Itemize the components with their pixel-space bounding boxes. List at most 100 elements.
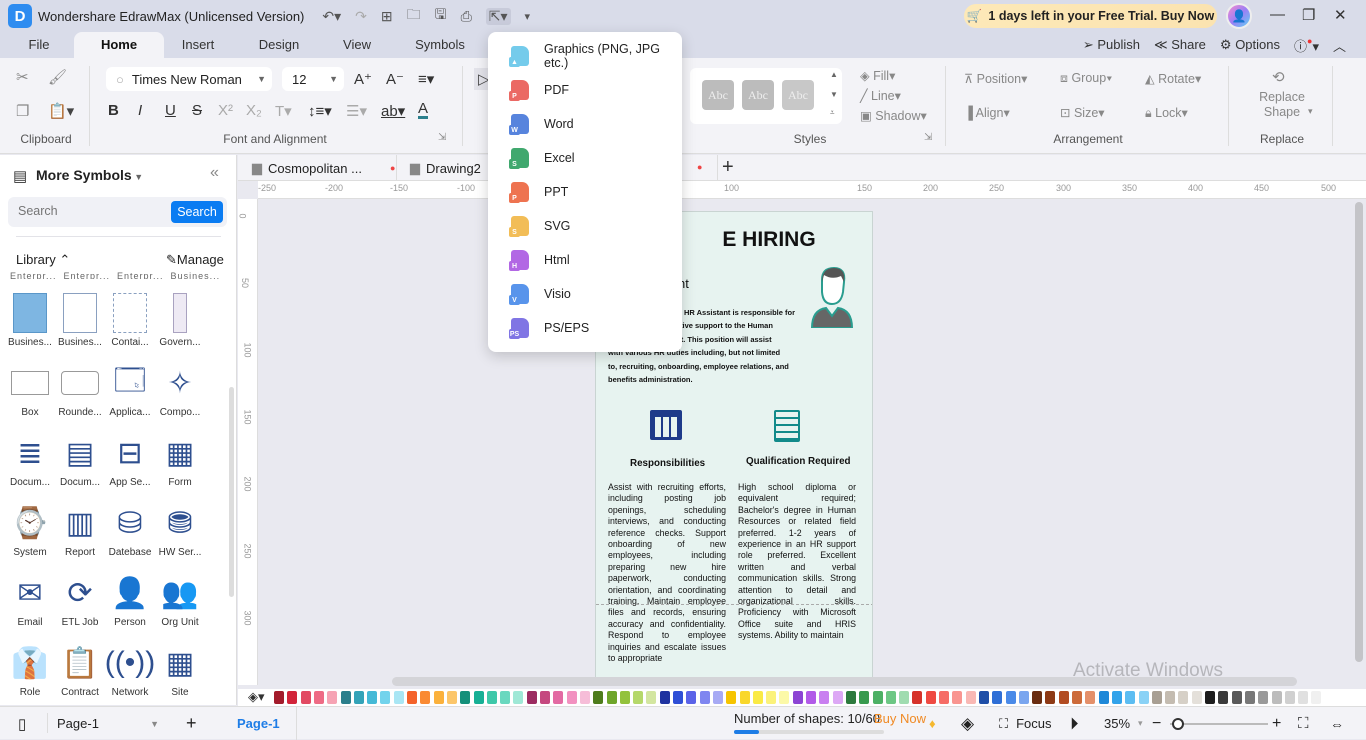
line-spacing-icon[interactable]: ↕≡▾ (308, 102, 332, 120)
color-swatch[interactable] (274, 691, 284, 704)
undo-icon[interactable]: ↶▾ (322, 8, 341, 25)
free-trial-banner[interactable]: 🛒 1 days left in your Free Trial. Buy No… (964, 4, 1217, 28)
color-swatch[interactable] (633, 691, 644, 704)
font-size-select[interactable]: 12 ▼ (282, 67, 344, 91)
zoom-slider[interactable] (1170, 718, 1268, 730)
sidebar-scrollbar[interactable] (229, 387, 234, 597)
symbol-item[interactable]: 🗔 Applica... (105, 361, 155, 419)
tab-file[interactable]: File (14, 32, 64, 58)
color-swatch[interactable] (1178, 691, 1189, 704)
color-swatch[interactable] (1125, 691, 1136, 704)
symbol-item[interactable]: Rounde... (55, 361, 105, 418)
export-menu-item[interactable]: H Html (488, 243, 682, 277)
color-swatch[interactable] (340, 691, 351, 704)
fill-bucket-icon[interactable]: ◈▾ (248, 689, 265, 705)
color-swatch[interactable] (420, 691, 431, 704)
symbol-item[interactable]: ✧ Compo... (155, 361, 205, 419)
symbol-item[interactable]: Govern... (155, 291, 205, 348)
print-icon[interactable]: ⎙ (461, 8, 472, 25)
color-swatch[interactable] (1085, 691, 1096, 704)
search-button[interactable]: Search (171, 201, 223, 223)
style-swatch-2[interactable]: Abc (742, 80, 774, 110)
color-swatch[interactable] (1218, 691, 1229, 704)
export-menu-item[interactable]: ▲ Graphics (PNG, JPG etc.) (488, 39, 682, 73)
color-swatch[interactable] (327, 691, 338, 704)
color-swatch[interactable] (593, 691, 604, 704)
export-icon[interactable]: ⇱▾ (485, 7, 511, 25)
format-painter-icon[interactable]: 🖌 (48, 68, 67, 86)
tab-design[interactable]: Design (250, 32, 308, 58)
color-swatch[interactable] (1045, 691, 1056, 704)
dialog-launcher-icon[interactable]: ⇲ (924, 132, 932, 143)
group-button[interactable]: ⧈ Group▾ (1060, 71, 1112, 86)
underline-icon[interactable]: U (165, 102, 176, 119)
symbol-item[interactable]: Contai... (105, 291, 155, 348)
export-menu-item[interactable]: W Word (488, 107, 682, 141)
symbol-item[interactable]: 📋 Contract (55, 641, 105, 699)
restore-button[interactable]: ❐ (1302, 6, 1315, 24)
publish-button[interactable]: ➢ Publish (1083, 37, 1140, 53)
color-swatch[interactable] (686, 691, 697, 704)
zoom-slider-handle[interactable] (1171, 718, 1184, 730)
buy-now-link[interactable]: Buy Now (874, 702, 926, 735)
color-swatch[interactable] (1205, 691, 1215, 704)
responsibilities-heading[interactable]: Responsibilities (630, 458, 705, 469)
color-swatch[interactable] (1231, 691, 1242, 704)
symbol-item[interactable]: ▥ Report (55, 501, 105, 559)
font-family-select[interactable]: ○ Times New Roman ▼ (106, 67, 272, 91)
color-swatch[interactable] (1032, 691, 1043, 704)
expand-gallery-icon[interactable]: ⩡ (830, 108, 835, 118)
symbol-item[interactable]: Box (5, 361, 55, 418)
symbol-item[interactable]: 👥 Org Unit (155, 571, 205, 629)
doc-tab-cosmopolitan[interactable]: ▆ Cosmopolitan ... ● (252, 155, 395, 181)
bold-icon[interactable]: B (108, 102, 119, 119)
redo-icon[interactable]: ↷ (355, 8, 367, 25)
color-swatch[interactable] (1298, 691, 1309, 704)
symbol-item[interactable]: ⛃ HW Ser... (155, 501, 205, 559)
color-swatch[interactable] (526, 691, 537, 704)
color-swatch[interactable] (486, 691, 497, 704)
layers-icon[interactable]: ◈ (961, 707, 974, 740)
symbol-item[interactable]: Busines... (55, 291, 105, 348)
color-swatch[interactable] (699, 691, 710, 704)
fill-button[interactable]: ◈ Fill▾ (860, 68, 895, 83)
color-swatch[interactable] (1018, 691, 1029, 704)
more-symbols-title[interactable]: More Symbols ▼ (36, 167, 143, 183)
tab-home[interactable]: Home (74, 32, 164, 58)
open-folder-icon[interactable]: 🗀 (407, 4, 421, 28)
color-swatch[interactable] (566, 691, 577, 704)
color-swatch[interactable] (287, 691, 298, 704)
symbol-item[interactable]: ⌚ System (5, 501, 55, 559)
subscript-icon[interactable]: X₂ (246, 102, 262, 119)
zoom-out-button[interactable]: − (1152, 707, 1161, 740)
symbol-item[interactable]: 👤 Person (105, 571, 155, 629)
color-swatch[interactable] (579, 691, 590, 704)
color-swatch[interactable] (1244, 691, 1255, 704)
dialog-launcher-icon[interactable]: ⇲ (438, 132, 446, 143)
scroll-down-icon[interactable]: ▼ (830, 90, 838, 99)
symbol-item[interactable]: ≣ Docum... (5, 431, 55, 489)
align-button[interactable]: ▐ Align▾ (964, 105, 1010, 120)
minimize-button[interactable]: — (1270, 6, 1285, 23)
symbol-item[interactable]: ▦ Site (155, 641, 205, 699)
color-swatch[interactable] (1058, 691, 1069, 704)
strikethrough-icon[interactable]: S (192, 102, 202, 119)
decrease-font-icon[interactable]: A⁻ (386, 70, 404, 88)
export-menu-item[interactable]: S Excel (488, 141, 682, 175)
symbol-item[interactable]: ▤ Docum... (55, 431, 105, 489)
responsibilities-text[interactable]: Assist with recruiting efforts, includin… (608, 482, 726, 665)
tab-insert[interactable]: Insert (170, 32, 226, 58)
symbol-item[interactable]: 👔 Role (5, 641, 55, 699)
cut-icon[interactable]: ✂ (16, 68, 29, 86)
color-swatch[interactable] (978, 691, 989, 704)
color-swatch[interactable] (446, 691, 457, 704)
export-menu-item[interactable]: PS PS/EPS (488, 311, 682, 345)
fit-width-icon[interactable]: ⇔ (1330, 707, 1344, 740)
line-button[interactable]: ╱ Line▾ (860, 88, 901, 103)
chevron-down-icon[interactable]: ▾ (1308, 106, 1313, 117)
export-menu-item[interactable]: V Visio (488, 277, 682, 311)
shadow-button[interactable]: ▣ Shadow▾ (860, 108, 927, 123)
color-swatch[interactable] (460, 691, 471, 704)
new-tab-button[interactable]: + (722, 156, 734, 179)
color-swatch[interactable] (1072, 691, 1082, 704)
